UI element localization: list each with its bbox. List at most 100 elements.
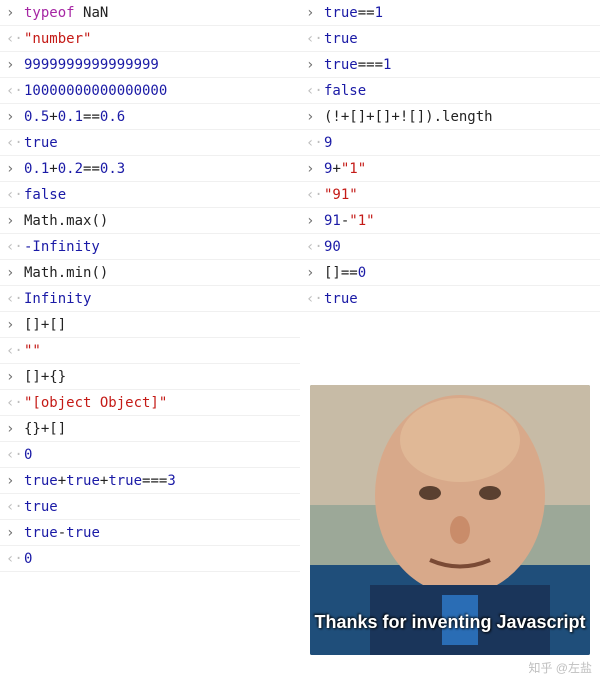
console-output-line: ‹·"" <box>0 338 300 364</box>
input-marker-icon: › <box>306 161 324 177</box>
output-marker-icon: ‹· <box>6 447 24 463</box>
input-marker-icon: › <box>6 5 24 21</box>
output-marker-icon: ‹· <box>6 499 24 515</box>
code-content: 9999999999999999 <box>24 57 294 73</box>
console-input-line: ›{}+[] <box>0 416 300 442</box>
console-output-line: ‹·Infinity <box>0 286 300 312</box>
console-input-line: ›[]+{} <box>0 364 300 390</box>
code-content: Math.max() <box>24 213 294 229</box>
code-content: 0.5+0.1==0.6 <box>24 109 294 125</box>
output-marker-icon: ‹· <box>306 83 324 99</box>
input-marker-icon: › <box>306 5 324 21</box>
console-input-line: ›Math.max() <box>0 208 300 234</box>
code-content: 0 <box>24 447 294 463</box>
code-content: Infinity <box>24 291 294 307</box>
console-input-line: ›0.1+0.2==0.3 <box>0 156 300 182</box>
console-input-line: ›0.5+0.1==0.6 <box>0 104 300 130</box>
input-marker-icon: › <box>6 213 24 229</box>
console-column-right: ›true==1‹·true›true===1‹·false›(!+[]+[]+… <box>300 0 600 680</box>
input-marker-icon: › <box>6 109 24 125</box>
watermark: 知乎 @左盐 <box>528 659 592 676</box>
console-output-line: ‹·false <box>0 182 300 208</box>
console-input-line: ›9999999999999999 <box>0 52 300 78</box>
console-input-line: ›9+"1" <box>300 156 600 182</box>
output-marker-icon: ‹· <box>6 83 24 99</box>
code-content: "91" <box>324 187 594 203</box>
code-content: true+true+true===3 <box>24 473 294 489</box>
meme-caption: Thanks for inventing Javascript <box>310 612 590 633</box>
meme-photo: Thanks for inventing Javascript <box>310 385 590 655</box>
input-marker-icon: › <box>306 213 324 229</box>
code-content: true===1 <box>324 57 594 73</box>
console-output-line: ‹·10000000000000000 <box>0 78 300 104</box>
code-content: 91-"1" <box>324 213 594 229</box>
console-input-line: ›typeof NaN <box>0 0 300 26</box>
input-marker-icon: › <box>306 109 324 125</box>
input-marker-icon: › <box>6 161 24 177</box>
code-content: true-true <box>24 525 294 541</box>
output-marker-icon: ‹· <box>6 395 24 411</box>
console-output-line: ‹·0 <box>0 442 300 468</box>
code-content: true <box>24 135 294 151</box>
code-content: 90 <box>324 239 594 255</box>
output-marker-icon: ‹· <box>6 187 24 203</box>
code-content: []+[] <box>24 317 294 333</box>
code-content: typeof NaN <box>24 5 294 21</box>
console-input-line: ›91-"1" <box>300 208 600 234</box>
console-input-line: ›Math.min() <box>0 260 300 286</box>
code-content: true <box>324 31 594 47</box>
console-output-line: ‹·9 <box>300 130 600 156</box>
input-marker-icon: › <box>6 525 24 541</box>
output-marker-icon: ‹· <box>6 135 24 151</box>
console-input-line: ›true+true+true===3 <box>0 468 300 494</box>
code-content: false <box>24 187 294 203</box>
input-marker-icon: › <box>6 265 24 281</box>
output-marker-icon: ‹· <box>306 239 324 255</box>
input-marker-icon: › <box>6 369 24 385</box>
console-input-line: ›[]+[] <box>0 312 300 338</box>
code-content: 0.1+0.2==0.3 <box>24 161 294 177</box>
output-marker-icon: ‹· <box>6 31 24 47</box>
code-content: -Infinity <box>24 239 294 255</box>
output-marker-icon: ‹· <box>306 31 324 47</box>
output-marker-icon: ‹· <box>306 291 324 307</box>
console-output-line: ‹·true <box>0 130 300 156</box>
code-content: (!+[]+[]+![]).length <box>324 109 594 125</box>
code-content: 9+"1" <box>324 161 594 177</box>
console-output-line: ‹·false <box>300 78 600 104</box>
console-input-line: ›true===1 <box>300 52 600 78</box>
code-content: "number" <box>24 31 294 47</box>
input-marker-icon: › <box>6 57 24 73</box>
code-content: []==0 <box>324 265 594 281</box>
input-marker-icon: › <box>306 57 324 73</box>
code-content: 9 <box>324 135 594 151</box>
console-output-line: ‹·true <box>0 494 300 520</box>
code-content: "" <box>24 343 294 359</box>
console-output-line: ‹·-Infinity <box>0 234 300 260</box>
code-content: true <box>24 499 294 515</box>
console-column-left: ›typeof NaN‹·"number"›9999999999999999‹·… <box>0 0 300 680</box>
input-marker-icon: › <box>6 473 24 489</box>
console-input-line: ›true-true <box>0 520 300 546</box>
code-content: Math.min() <box>24 265 294 281</box>
input-marker-icon: › <box>6 421 24 437</box>
code-content: 0 <box>24 551 294 567</box>
code-content: {}+[] <box>24 421 294 437</box>
code-content: "[object Object]" <box>24 395 294 411</box>
output-marker-icon: ‹· <box>6 551 24 567</box>
code-content: false <box>324 83 594 99</box>
input-marker-icon: › <box>306 265 324 281</box>
console-input-line: ›true==1 <box>300 0 600 26</box>
code-content: []+{} <box>24 369 294 385</box>
console-output-line: ‹·"[object Object]" <box>0 390 300 416</box>
console-output-line: ‹·0 <box>0 546 300 572</box>
input-marker-icon: › <box>6 317 24 333</box>
console-output-line: ‹·"number" <box>0 26 300 52</box>
console-input-line: ›(!+[]+[]+![]).length <box>300 104 600 130</box>
console-output-line: ‹·"91" <box>300 182 600 208</box>
output-marker-icon: ‹· <box>6 239 24 255</box>
console-output-line: ‹·true <box>300 286 600 312</box>
console-input-line: ›[]==0 <box>300 260 600 286</box>
code-content: true==1 <box>324 5 594 21</box>
output-marker-icon: ‹· <box>306 135 324 151</box>
